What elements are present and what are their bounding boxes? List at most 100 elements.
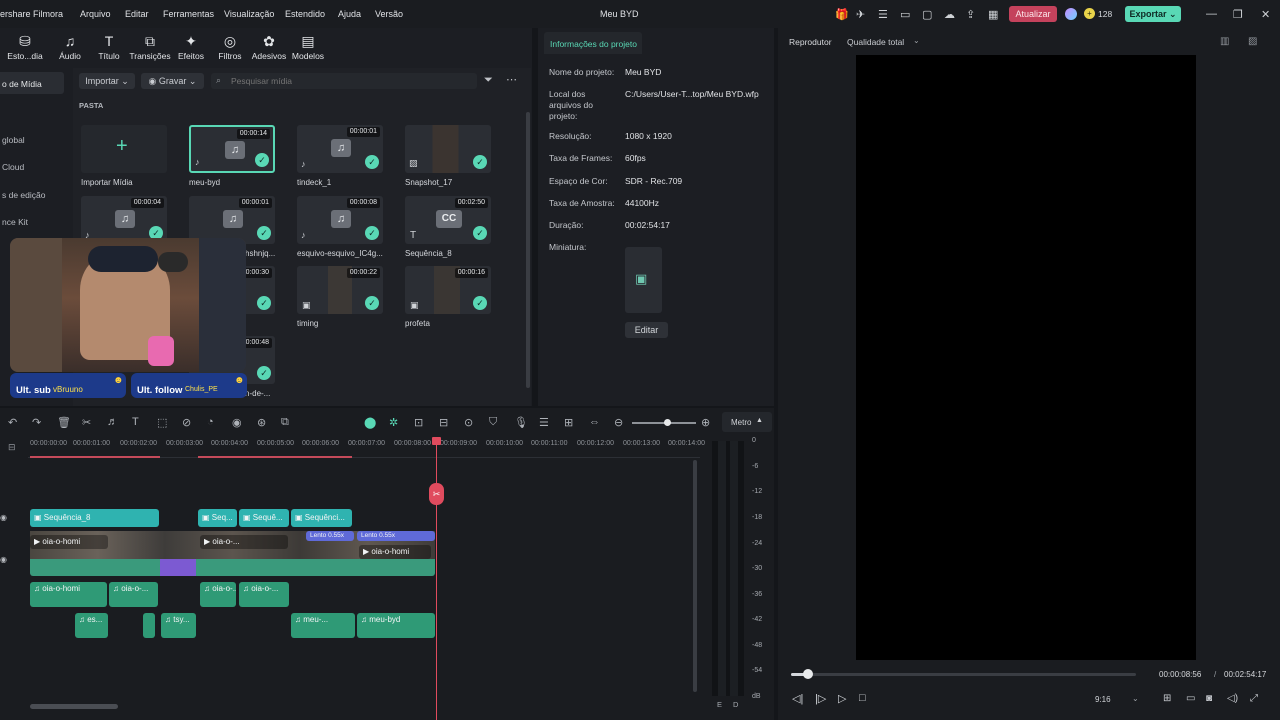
menu-arquivo[interactable]: Arquivo (80, 9, 111, 19)
import-dropdown[interactable]: Importar ⌄ (79, 73, 135, 89)
save-icon[interactable]: ▢ (922, 8, 932, 21)
title-clip[interactable]: ▣ Seq... (198, 509, 237, 527)
gift-icon[interactable]: 🎁 (835, 8, 849, 21)
title-clip[interactable]: ▣ Sequê... (239, 509, 289, 527)
microphone-icon[interactable]: 🎙 (514, 416, 528, 429)
video-clip[interactable]: ▶ oia-o-... (200, 535, 288, 549)
audio-clip[interactable]: ♫ oia-o-... (239, 582, 289, 607)
video-clip[interactable]: ▶ oia-o-homi (359, 545, 431, 559)
more-icon[interactable]: ⋯ (506, 73, 517, 86)
eye-icon[interactable]: ◉ (0, 513, 7, 522)
record-dropdown[interactable]: ◉ Gravar ⌄ (141, 73, 204, 89)
tool-transitions[interactable]: ⧉ Transições (128, 31, 172, 61)
marker-icon[interactable]: ⊡ (414, 416, 423, 429)
zoom-in-icon[interactable]: ⊕ (701, 416, 710, 429)
layout-icon[interactable]: ▥ (1220, 36, 1229, 47)
tool-audio[interactable]: ♫ Áudio (48, 31, 92, 61)
menu-ferramentas[interactable]: Ferramentas (163, 9, 214, 19)
cloud-icon[interactable]: ☁ (944, 8, 955, 21)
sidebar-item-global[interactable]: global (2, 135, 25, 145)
zoom-out-icon[interactable]: ⊖ (614, 416, 623, 429)
sidebar-item-cloud[interactable]: Cloud (2, 162, 24, 172)
avatar[interactable] (1065, 8, 1077, 20)
fullscreen-icon[interactable]: ⤢ (1250, 693, 1258, 704)
playhead-handle[interactable] (432, 437, 441, 445)
mask-icon[interactable]: ⊘ (182, 416, 191, 429)
search-input[interactable] (231, 74, 471, 88)
tool-stock-media[interactable]: ⛁ Esto...dia (3, 31, 47, 61)
timeline-horizontal-scrollbar[interactable] (30, 704, 118, 709)
grid-icon[interactable]: ▦ (988, 8, 998, 21)
audio-clip[interactable]: ♫ tsy... (161, 613, 196, 638)
magnet-icon[interactable]: ✲ (389, 416, 398, 429)
quality-dropdown[interactable]: Qualidade total ⌄ (843, 34, 925, 49)
display-icon[interactable]: ▭ (1186, 693, 1195, 704)
audio-clip[interactable]: ♫ meu-byd (357, 613, 435, 638)
export-button[interactable]: Exportar ⌄ (1125, 6, 1181, 22)
video-audio-strip[interactable] (30, 559, 435, 576)
audio-clip[interactable]: ♫ es... (75, 613, 108, 638)
media-item[interactable]: 00:00:04 ♫ ♪ ✓ (81, 196, 167, 244)
scissor-icon[interactable]: ✂ (429, 483, 444, 505)
fit-icon[interactable]: ⇔ (589, 416, 600, 428)
tool-effects[interactable]: ✦ Efeitos (169, 31, 213, 61)
tool-title[interactable]: T Título (87, 31, 131, 61)
audio-clip[interactable]: ♫ meu-... (291, 613, 355, 638)
upgrade-button[interactable]: Atualizar (1009, 6, 1057, 22)
speed-icon[interactable]: ◔ (207, 416, 214, 428)
voiceover-icon[interactable]: ☰ (539, 416, 549, 429)
media-item[interactable]: ▨ ✓ (405, 125, 491, 173)
maximize-icon[interactable]: ❐ (1233, 8, 1243, 21)
tool-filters[interactable]: ◎ Filtros (208, 31, 252, 61)
play-icon[interactable]: ▷ (838, 692, 846, 705)
media-item[interactable]: 00:00:01 ♫ ♪ ✓ (297, 125, 383, 173)
media-item[interactable]: 00:00:01 ♫ ✓ (189, 196, 275, 244)
timeline-vertical-scrollbar[interactable] (693, 460, 697, 692)
media-item[interactable]: 00:02:50 CC T ✓ (405, 196, 491, 244)
eye-icon[interactable]: ◉ (0, 555, 7, 564)
ai-icon[interactable]: ⊞ (564, 416, 573, 429)
zoom-slider[interactable] (632, 419, 696, 426)
media-item[interactable]: 00:00:22 ▣ ✓ (297, 266, 383, 314)
sidebar-item-project-media[interactable]: o de Mídia (0, 72, 64, 94)
title-clip[interactable]: ▣ Sequência_8 (30, 509, 159, 527)
snapshot-icon[interactable]: ▨ (1248, 36, 1257, 47)
video-preview[interactable] (856, 55, 1196, 660)
media-item[interactable]: 00:00:16 ▣ ✓ (405, 266, 491, 314)
import-media-tile[interactable]: + (81, 125, 167, 173)
undo-icon[interactable]: ↶ (8, 416, 17, 429)
menu-visualizacao[interactable]: Visualização (224, 9, 274, 19)
zoom-slider-knob[interactable] (664, 419, 671, 426)
audio-effect-segment[interactable] (160, 559, 196, 576)
group-icon[interactable]: ⧉ (281, 416, 289, 429)
news-icon[interactable]: ☰ (878, 8, 888, 21)
prev-frame-icon[interactable]: ◁| (792, 692, 803, 705)
volume-icon[interactable]: ◁) (1227, 693, 1238, 704)
sidebar-item-kit[interactable]: nce Kit (2, 217, 28, 227)
track-settings-icon[interactable]: ⊟ (8, 442, 16, 453)
stop-icon[interactable]: □ (859, 692, 866, 704)
video-clip[interactable]: ▶ oia-o-homi (30, 535, 108, 549)
sidebar-item-edits[interactable]: s de edição (2, 190, 45, 200)
menu-ajuda[interactable]: Ajuda (338, 9, 361, 19)
filter-icon[interactable]: ⏷ (484, 74, 493, 87)
menu-versao[interactable]: Versão (375, 9, 403, 19)
chevron-down-icon[interactable]: ⌄ (1132, 694, 1139, 703)
audio-clip[interactable]: ♫ oia-o-... (109, 582, 158, 607)
playhead[interactable] (436, 438, 437, 720)
split-icon[interactable]: ✂ (82, 416, 91, 429)
crop-icon[interactable]: ⬚ (157, 416, 167, 429)
meter-toggle[interactable]: Metro ▲ (722, 412, 772, 432)
text-icon[interactable]: T (132, 416, 139, 428)
audio-detach-icon[interactable]: ♬ (107, 416, 118, 428)
color-icon[interactable]: ◉ (232, 416, 242, 429)
playback-progress-track[interactable] (791, 669, 1136, 679)
screen-icon[interactable]: ▭ (900, 8, 910, 21)
aspect-ratio[interactable]: 9:16 (1095, 695, 1111, 704)
title-clip[interactable]: ▣ Sequênci... (291, 509, 352, 527)
render-icon[interactable]: ⊟ (439, 416, 448, 429)
menu-estendido[interactable]: Estendido (285, 9, 325, 19)
upload-icon[interactable]: ⇪ (966, 8, 975, 21)
audio-clip[interactable]: ♫ oia-o-homi (30, 582, 107, 607)
delete-icon[interactable]: 🗑 (57, 416, 71, 429)
